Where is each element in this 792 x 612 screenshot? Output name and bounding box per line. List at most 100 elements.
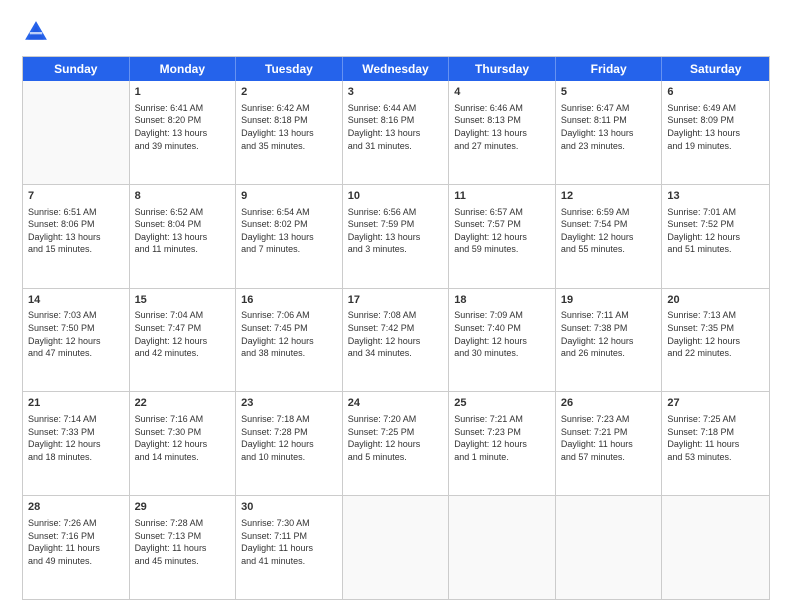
logo-icon (22, 18, 50, 46)
day-number: 14 (28, 293, 124, 308)
calendar-cell-1-4: 11Sunrise: 6:57 AM Sunset: 7:57 PM Dayli… (449, 185, 556, 288)
day-number: 22 (135, 396, 231, 411)
cell-info: Sunrise: 7:28 AM Sunset: 7:13 PM Dayligh… (135, 517, 231, 567)
weekday-header-monday: Monday (130, 57, 237, 81)
calendar-cell-3-4: 25Sunrise: 7:21 AM Sunset: 7:23 PM Dayli… (449, 392, 556, 495)
calendar-cell-1-2: 9 Sunrise: 6:54 AM Sunset: 8:02 PM Daylig… (236, 185, 343, 288)
day-number: 23 (241, 396, 337, 411)
cell-info: Sunrise: 7:13 AM Sunset: 7:35 PM Dayligh… (667, 309, 764, 359)
calendar-cell-4-0: 28 Sunrise: 7:26 AM Sunset: 7:16 PM Dayli… (23, 496, 130, 599)
cell-info: Sunrise: 7:14 AM Sunset: 7:33 PM Dayligh… (28, 413, 124, 463)
calendar-cell-3-3: 24Sunrise: 7:20 AM Sunset: 7:25 PM Dayli… (343, 392, 450, 495)
day-number: 8 (135, 189, 231, 204)
cell-info: Sunrise: 7:18 AM Sunset: 7:28 PM Dayligh… (241, 413, 337, 463)
day-number: 16 (241, 293, 337, 308)
calendar-cell-4-1: 29 Sunrise: 7:28 AM Sunset: 7:13 PM Dayli… (130, 496, 237, 599)
day-number: 28 (28, 500, 124, 515)
calendar-row-1: 7 Sunrise: 6:51 AM Sunset: 8:06 PM Daylig… (23, 185, 769, 289)
day-number: 2 (241, 85, 337, 100)
day-number: 17 (348, 293, 444, 308)
day-number: 18 (454, 293, 550, 308)
calendar-cell-1-3: 10Sunrise: 6:56 AM Sunset: 7:59 PM Dayli… (343, 185, 450, 288)
calendar-cell-2-1: 15Sunrise: 7:04 AM Sunset: 7:47 PM Dayli… (130, 289, 237, 392)
day-number: 19 (561, 293, 657, 308)
day-number: 9 (241, 189, 337, 204)
logo (22, 18, 54, 46)
cell-info: Sunrise: 7:04 AM Sunset: 7:47 PM Dayligh… (135, 309, 231, 359)
calendar-cell-2-3: 17Sunrise: 7:08 AM Sunset: 7:42 PM Dayli… (343, 289, 450, 392)
calendar-cell-4-2: 30Sunrise: 7:30 AM Sunset: 7:11 PM Dayli… (236, 496, 343, 599)
day-number: 1 (135, 85, 231, 100)
cell-info: Sunrise: 7:09 AM Sunset: 7:40 PM Dayligh… (454, 309, 550, 359)
weekday-header-tuesday: Tuesday (236, 57, 343, 81)
calendar-cell-3-2: 23 Sunrise: 7:18 AM Sunset: 7:28 PM Dayli… (236, 392, 343, 495)
cell-info: Sunrise: 7:30 AM Sunset: 7:11 PM Dayligh… (241, 517, 337, 567)
cell-info: Sunrise: 7:11 AM Sunset: 7:38 PM Dayligh… (561, 309, 657, 359)
cell-info: Sunrise: 6:54 AM Sunset: 8:02 PM Dayligh… (241, 206, 337, 256)
calendar-cell-4-6 (662, 496, 769, 599)
day-number: 29 (135, 500, 231, 515)
calendar-cell-0-6: 6Sunrise: 6:49 AM Sunset: 8:09 PM Daylig… (662, 81, 769, 184)
calendar-row-0: 1 Sunrise: 6:41 AM Sunset: 8:20 PM Daylig… (23, 81, 769, 185)
weekday-header-thursday: Thursday (449, 57, 556, 81)
calendar-cell-1-0: 7 Sunrise: 6:51 AM Sunset: 8:06 PM Daylig… (23, 185, 130, 288)
calendar-cell-2-2: 16Sunrise: 7:06 AM Sunset: 7:45 PM Dayli… (236, 289, 343, 392)
calendar-cell-2-4: 18Sunrise: 7:09 AM Sunset: 7:40 PM Dayli… (449, 289, 556, 392)
cell-info: Sunrise: 6:51 AM Sunset: 8:06 PM Dayligh… (28, 206, 124, 256)
cell-info: Sunrise: 7:01 AM Sunset: 7:52 PM Dayligh… (667, 206, 764, 256)
day-number: 20 (667, 293, 764, 308)
calendar-cell-4-5 (556, 496, 663, 599)
weekday-header-friday: Friday (556, 57, 663, 81)
day-number: 21 (28, 396, 124, 411)
cell-info: Sunrise: 6:47 AM Sunset: 8:11 PM Dayligh… (561, 102, 657, 152)
calendar-cell-3-6: 27 Sunrise: 7:25 AM Sunset: 7:18 PM Dayli… (662, 392, 769, 495)
day-number: 3 (348, 85, 444, 100)
calendar-cell-0-1: 1 Sunrise: 6:41 AM Sunset: 8:20 PM Daylig… (130, 81, 237, 184)
calendar-cell-0-2: 2Sunrise: 6:42 AM Sunset: 8:18 PM Daylig… (236, 81, 343, 184)
day-number: 25 (454, 396, 550, 411)
cell-info: Sunrise: 6:46 AM Sunset: 8:13 PM Dayligh… (454, 102, 550, 152)
calendar-cell-4-4 (449, 496, 556, 599)
header (22, 18, 770, 46)
cell-info: Sunrise: 7:08 AM Sunset: 7:42 PM Dayligh… (348, 309, 444, 359)
cell-info: Sunrise: 7:16 AM Sunset: 7:30 PM Dayligh… (135, 413, 231, 463)
cell-info: Sunrise: 7:06 AM Sunset: 7:45 PM Dayligh… (241, 309, 337, 359)
calendar-cell-3-0: 21 Sunrise: 7:14 AM Sunset: 7:33 PM Dayli… (23, 392, 130, 495)
cell-info: Sunrise: 6:59 AM Sunset: 7:54 PM Dayligh… (561, 206, 657, 256)
calendar-cell-0-3: 3 Sunrise: 6:44 AM Sunset: 8:16 PM Daylig… (343, 81, 450, 184)
cell-info: Sunrise: 6:52 AM Sunset: 8:04 PM Dayligh… (135, 206, 231, 256)
weekday-header-wednesday: Wednesday (343, 57, 450, 81)
cell-info: Sunrise: 7:20 AM Sunset: 7:25 PM Dayligh… (348, 413, 444, 463)
calendar-row-4: 28 Sunrise: 7:26 AM Sunset: 7:16 PM Dayli… (23, 496, 769, 599)
calendar-cell-3-1: 22 Sunrise: 7:16 AM Sunset: 7:30 PM Dayli… (130, 392, 237, 495)
calendar: SundayMondayTuesdayWednesdayThursdayFrid… (22, 56, 770, 600)
day-number: 5 (561, 85, 657, 100)
calendar-cell-1-5: 12 Sunrise: 6:59 AM Sunset: 7:54 PM Dayli… (556, 185, 663, 288)
day-number: 11 (454, 189, 550, 204)
day-number: 26 (561, 396, 657, 411)
cell-info: Sunrise: 6:49 AM Sunset: 8:09 PM Dayligh… (667, 102, 764, 152)
calendar-header: SundayMondayTuesdayWednesdayThursdayFrid… (23, 57, 769, 81)
page: SundayMondayTuesdayWednesdayThursdayFrid… (0, 0, 792, 612)
day-number: 7 (28, 189, 124, 204)
weekday-header-sunday: Sunday (23, 57, 130, 81)
cell-info: Sunrise: 7:26 AM Sunset: 7:16 PM Dayligh… (28, 517, 124, 567)
cell-info: Sunrise: 7:25 AM Sunset: 7:18 PM Dayligh… (667, 413, 764, 463)
calendar-cell-2-5: 19Sunrise: 7:11 AM Sunset: 7:38 PM Dayli… (556, 289, 663, 392)
calendar-cell-4-3 (343, 496, 450, 599)
calendar-body: 1 Sunrise: 6:41 AM Sunset: 8:20 PM Daylig… (23, 81, 769, 599)
calendar-cell-3-5: 26 Sunrise: 7:23 AM Sunset: 7:21 PM Dayli… (556, 392, 663, 495)
calendar-cell-0-0 (23, 81, 130, 184)
calendar-cell-1-1: 8 Sunrise: 6:52 AM Sunset: 8:04 PM Daylig… (130, 185, 237, 288)
calendar-row-3: 21 Sunrise: 7:14 AM Sunset: 7:33 PM Dayli… (23, 392, 769, 496)
cell-info: Sunrise: 6:44 AM Sunset: 8:16 PM Dayligh… (348, 102, 444, 152)
calendar-cell-0-4: 4Sunrise: 6:46 AM Sunset: 8:13 PM Daylig… (449, 81, 556, 184)
calendar-cell-2-6: 20Sunrise: 7:13 AM Sunset: 7:35 PM Dayli… (662, 289, 769, 392)
cell-info: Sunrise: 7:23 AM Sunset: 7:21 PM Dayligh… (561, 413, 657, 463)
day-number: 27 (667, 396, 764, 411)
calendar-cell-2-0: 14Sunrise: 7:03 AM Sunset: 7:50 PM Dayli… (23, 289, 130, 392)
calendar-row-2: 14Sunrise: 7:03 AM Sunset: 7:50 PM Dayli… (23, 289, 769, 393)
cell-info: Sunrise: 6:41 AM Sunset: 8:20 PM Dayligh… (135, 102, 231, 152)
day-number: 12 (561, 189, 657, 204)
calendar-cell-0-5: 5 Sunrise: 6:47 AM Sunset: 8:11 PM Daylig… (556, 81, 663, 184)
